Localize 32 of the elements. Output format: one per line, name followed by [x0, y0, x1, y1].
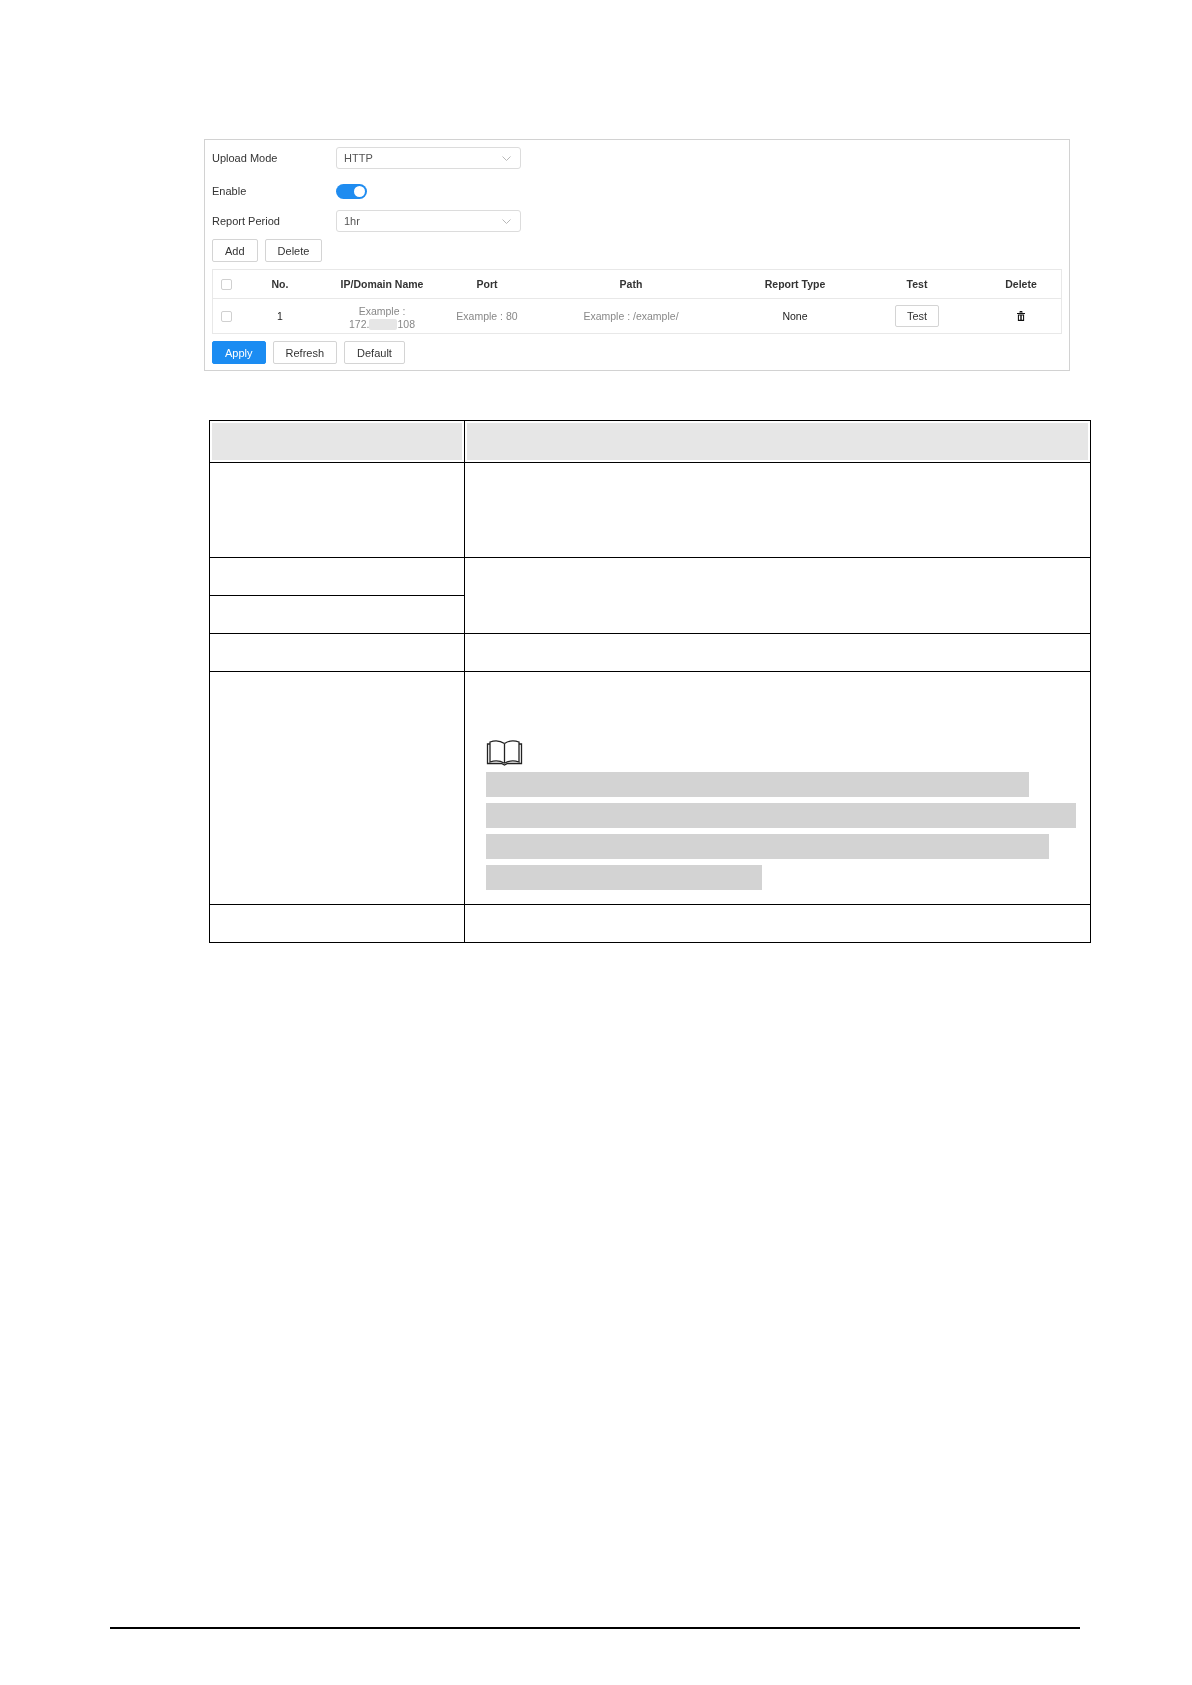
toolbar-button[interactable]: Add — [212, 239, 258, 262]
ip-address-text: 108 — [397, 318, 415, 331]
column-header: Port — [476, 278, 498, 290]
table-cell: Example : 80 — [456, 310, 518, 322]
column-header: Path — [619, 278, 643, 290]
chevron-down-icon — [502, 155, 511, 161]
secondary-button[interactable]: Refresh — [272, 341, 338, 364]
field-label: Report Period — [212, 215, 281, 227]
field-label: Enable — [212, 185, 248, 197]
column-header: No. — [271, 278, 289, 290]
select-all-checkbox[interactable] — [221, 278, 232, 290]
field-label: Upload Mode — [212, 152, 279, 164]
column-header: Delete — [1005, 278, 1037, 290]
column-header: Test — [906, 278, 928, 290]
column-header: Report Type — [764, 278, 826, 290]
trash-icon[interactable] — [1017, 311, 1025, 321]
toolbar-button[interactable]: Delete — [264, 239, 323, 262]
table-cell: Example : /example/ — [583, 310, 679, 322]
row-checkbox[interactable] — [221, 310, 232, 322]
book-icon — [486, 739, 523, 766]
column-header: IP/Domain Name — [340, 278, 424, 290]
table-cell: 1 — [277, 310, 283, 322]
dropdown-select[interactable]: 1hr — [336, 210, 521, 232]
ip-address-text: 172. — [349, 318, 370, 331]
chevron-down-icon — [502, 218, 511, 224]
test-button[interactable]: Test — [894, 305, 940, 327]
table-cell: None — [782, 310, 808, 322]
table-cell: Example : — [358, 305, 406, 318]
toggle-switch[interactable] — [336, 183, 367, 199]
dropdown-select[interactable]: HTTP — [336, 147, 521, 169]
blurred-region — [369, 319, 398, 330]
secondary-button[interactable]: Default — [344, 341, 405, 364]
